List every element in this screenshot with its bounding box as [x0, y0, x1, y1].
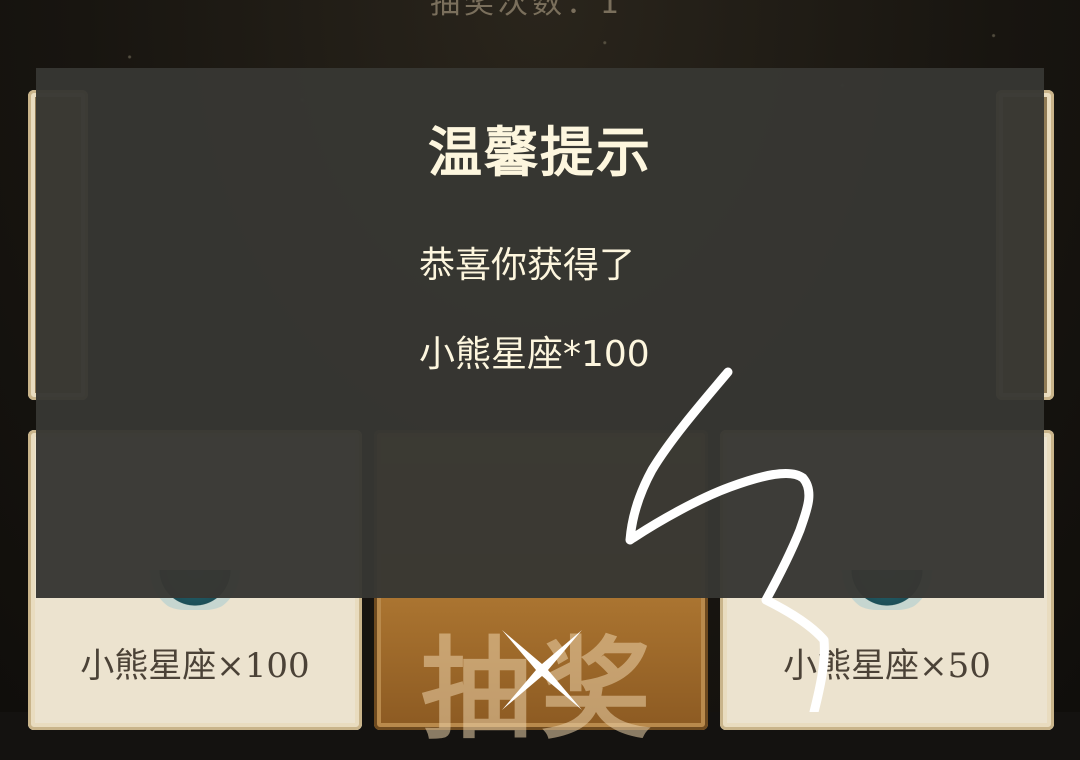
- draw-count-text: 抽奖次数：1: [430, 0, 624, 21]
- prize-label-left: 小熊星座×100: [80, 646, 310, 686]
- prize-label-right: 小熊星座×50: [783, 646, 991, 686]
- close-icon[interactable]: [492, 620, 592, 720]
- dialog-message-line1: 恭喜你获得了: [419, 245, 636, 286]
- dialog-title: 温馨提示: [428, 121, 652, 184]
- dialog-message-line2: 小熊星座*100: [419, 334, 650, 375]
- prize-dialog: 温馨提示 恭喜你获得了 小熊星座*100: [36, 68, 1044, 598]
